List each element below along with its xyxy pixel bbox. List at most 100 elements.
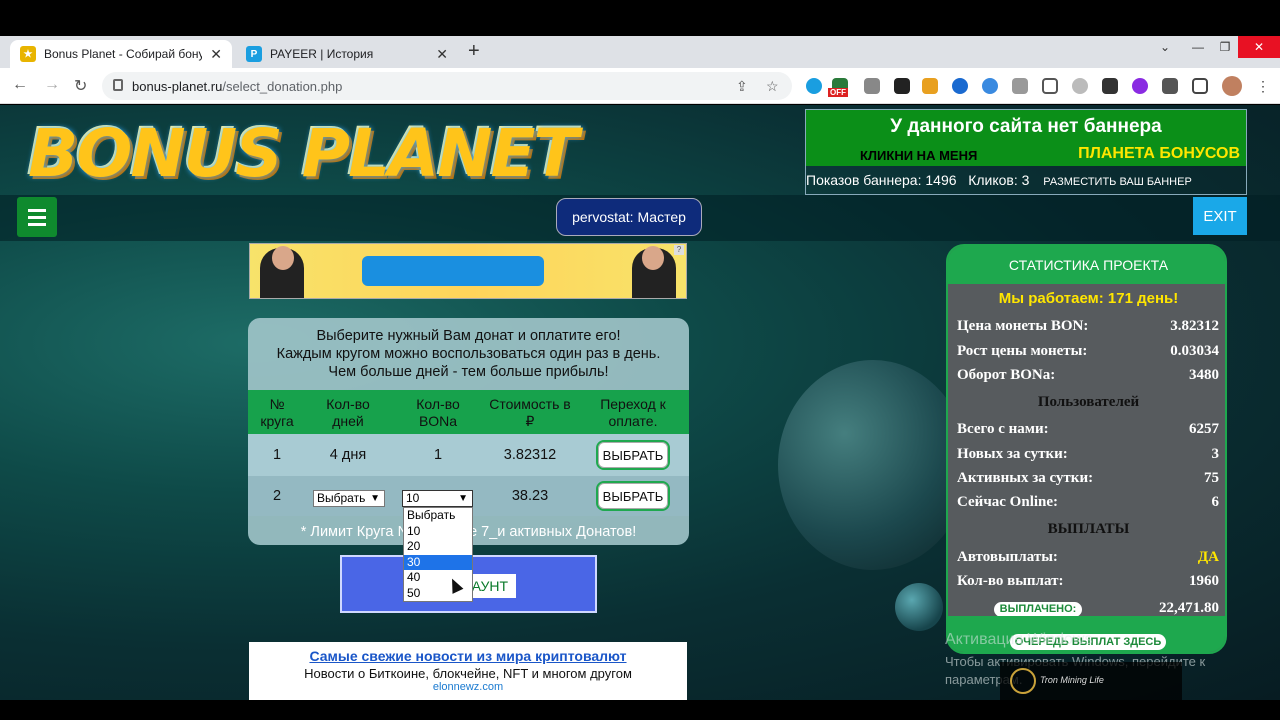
forward-icon[interactable]: → — [44, 76, 60, 94]
tab-bonus-planet[interactable]: ★ Bonus Planet - Собирай бонусы ✕ — [10, 40, 232, 68]
option-item[interactable]: 10 — [404, 524, 472, 540]
extension-icon[interactable] — [1012, 78, 1028, 94]
stats-title: СТАТИСТИКА ПРОЕКТА — [948, 246, 1225, 284]
col-label: № — [269, 396, 285, 412]
select-round2-button[interactable]: ВЫБРАТЬ — [596, 481, 670, 511]
option-item[interactable]: Выбрать — [404, 508, 472, 524]
news-ad[interactable]: Самые свежие новости из мира криптовалют… — [249, 642, 687, 700]
close-tab-icon[interactable]: ✕ — [436, 46, 448, 63]
intro-line: Чем больше дней - тем больше прибыль! — [328, 364, 609, 380]
screen: ★ Bonus Planet - Собирай бонусы ✕ P PAYE… — [0, 0, 1280, 720]
extension-icon[interactable] — [982, 78, 998, 94]
share-icon[interactable]: ⇪ — [736, 78, 748, 95]
avatar[interactable] — [1222, 76, 1242, 96]
col-cost: Стоимость в ₽ — [482, 396, 578, 430]
stat-row: Кол-во выплат: 1960 — [957, 573, 1219, 590]
table-row: 1 4 дня 1 3.82312 ВЫБРАТЬ — [248, 434, 689, 476]
option-item-highlighted[interactable]: 30 — [404, 554, 472, 570]
row-cost: 3.82312 — [503, 447, 557, 463]
stat-key: Активных за сутки: — [957, 470, 1094, 486]
site-logo[interactable]: BONUS PLANET — [28, 115, 579, 192]
reload-icon[interactable]: ↻ — [74, 76, 87, 96]
extension-icon[interactable] — [1102, 78, 1118, 94]
minimize-icon[interactable]: — — [1183, 36, 1213, 58]
stat-row: Активных за сутки: 75 — [957, 470, 1219, 487]
extension-icon[interactable] — [806, 78, 822, 94]
place-banner-link[interactable]: РАЗМЕСТИТЬ ВАШ БАННЕР — [1043, 176, 1191, 188]
col-round: № круга — [256, 396, 298, 430]
moon-image — [895, 583, 943, 631]
url-bar[interactable]: bonus-planet.ru/select_donation.php — [102, 72, 792, 100]
stat-value: 22,471.80 — [1159, 600, 1219, 616]
row-cost: 38.23 — [511, 488, 549, 504]
hamburger-menu-button[interactable] — [17, 197, 57, 237]
extension-icon[interactable] — [894, 78, 910, 94]
news-headline[interactable]: Самые свежие новости из мира криптовалют — [249, 648, 687, 664]
web-page: BONUS PLANET У данного сайта нет баннера… — [0, 105, 1280, 700]
overlay-ad[interactable]: Tron Mining Life — [1000, 662, 1182, 700]
bookmark-star-icon[interactable]: ☆ — [766, 78, 779, 95]
col-label: BONa — [418, 413, 458, 429]
overlay-ad-text: Tron Mining Life — [1040, 675, 1104, 685]
bottom-black-bar — [0, 700, 1280, 720]
news-url[interactable]: elonnewz.com — [249, 681, 687, 693]
stat-value: 3 — [1211, 446, 1220, 462]
account-button[interactable]: АУНТ — [472, 574, 516, 598]
lock-icon — [113, 79, 123, 91]
planet-image — [778, 360, 968, 570]
puzzle-icon[interactable] — [1162, 78, 1178, 94]
new-tab-button[interactable]: + — [468, 40, 480, 63]
ad-info-icon[interactable]: ? — [674, 245, 684, 255]
tab-strip: ★ Bonus Planet - Собирай бонусы ✕ P PAYE… — [0, 36, 1280, 68]
extension-icon[interactable] — [1132, 78, 1148, 94]
col-pay: Переход к оплате. — [588, 396, 678, 430]
bon-select[interactable]: 10 ▼ — [402, 490, 473, 507]
days-select[interactable]: Выбрать ▼ — [313, 490, 385, 507]
stat-row: Оборот BONа: 3480 — [957, 367, 1219, 384]
col-label: круга — [260, 413, 294, 429]
limit-left: * Лимит Круга № — [300, 524, 414, 540]
shield-icon[interactable] — [1042, 78, 1058, 94]
close-tab-icon[interactable]: ✕ — [210, 46, 222, 63]
restore-icon[interactable]: ❐ — [1210, 36, 1240, 58]
side-panel-icon[interactable] — [1192, 78, 1208, 94]
menu-bar — [28, 223, 46, 226]
exit-button[interactable]: EXIT — [1193, 197, 1247, 235]
tab-search-icon[interactable]: ⌄ — [1150, 36, 1180, 58]
stats-working-days: Мы работаем: 171 день! — [998, 290, 1179, 307]
stat-row: Цена монеты BON: 3.82312 — [957, 318, 1219, 335]
extension-icon[interactable] — [1072, 78, 1088, 94]
chevron-down-icon: ▼ — [458, 493, 468, 504]
stat-key: Автовыплаты: — [957, 549, 1058, 565]
option-item[interactable]: 40 — [404, 570, 472, 586]
menu-dots-icon[interactable]: ⋮ — [1256, 78, 1270, 95]
col-label: Переход к — [600, 396, 666, 412]
stat-value: 1960 — [1189, 573, 1219, 589]
stat-key: Всего с нами: — [957, 421, 1049, 437]
extension-icon[interactable] — [952, 78, 968, 94]
row-bon: 1 — [433, 447, 443, 463]
col-bon: Кол-во BONa — [400, 396, 476, 430]
extension-icon[interactable] — [922, 78, 938, 94]
row-num: 2 — [272, 488, 282, 504]
stat-value: 6 — [1211, 494, 1220, 510]
stat-key: Новых за сутки: — [957, 446, 1068, 462]
close-window-icon[interactable]: ✕ — [1238, 36, 1280, 58]
ext-off-badge: OFF — [828, 88, 848, 97]
header-banner[interactable]: У данного сайта нет баннера КЛИКНИ НА МЕ… — [805, 109, 1247, 195]
extension-icon[interactable] — [864, 78, 880, 94]
tab-payeer[interactable]: P PAYEER | История ✕ — [236, 40, 458, 68]
ad-banner-top[interactable]: ? — [249, 243, 687, 299]
stat-value: 3.82312 — [1170, 318, 1219, 334]
back-icon[interactable]: ← — [12, 76, 28, 94]
col-label: Кол-во — [326, 396, 370, 412]
address-toolbar: ← → ↻ bonus-planet.ru/select_donation.ph… — [0, 68, 1280, 104]
select-round1-button[interactable]: ВЫБРАТЬ — [596, 440, 670, 470]
tab-title: Bonus Planet - Собирай бонусы — [44, 47, 203, 61]
banner-stats: Показов баннера: 1496 Кликов: 3 РАЗМЕСТИ… — [806, 172, 1192, 188]
stat-value: 3480 — [1189, 367, 1219, 383]
option-item[interactable]: 20 — [404, 539, 472, 555]
user-badge[interactable]: pervostat: Мастер — [556, 198, 702, 236]
stat-row: Рост цены монеты: 0.03034 — [957, 343, 1219, 360]
stat-key: Кол-во выплат: — [957, 573, 1064, 589]
